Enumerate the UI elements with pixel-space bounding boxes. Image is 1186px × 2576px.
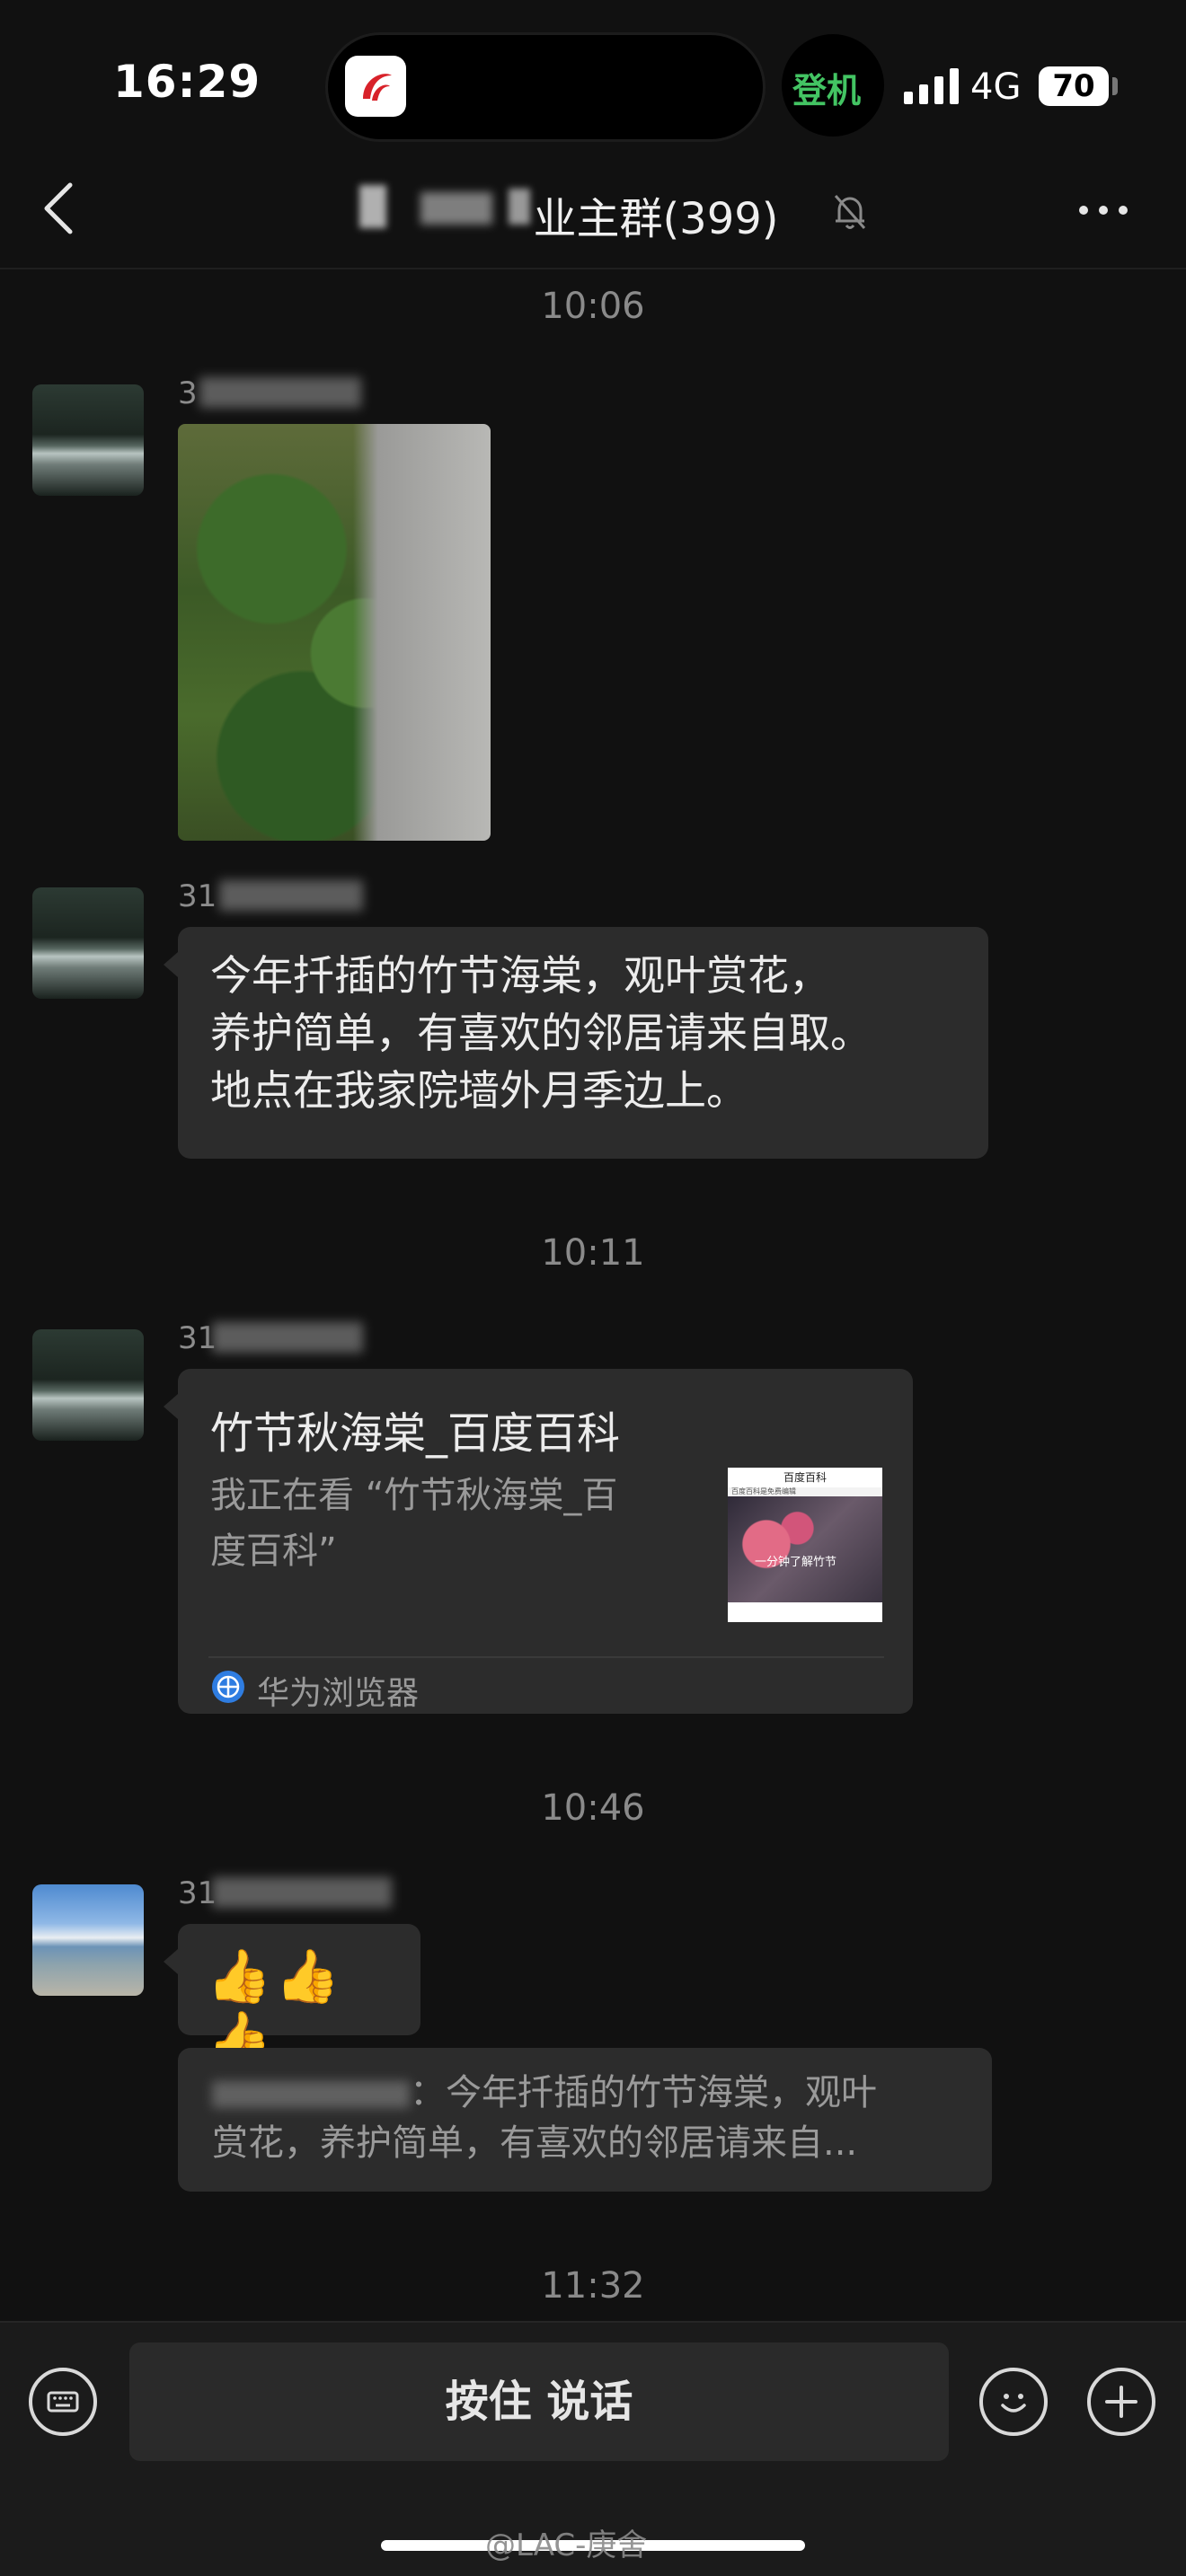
- bubble-tail: [164, 952, 178, 977]
- keyboard-icon[interactable]: [29, 2368, 97, 2436]
- chat-timestamp: 10:46: [541, 1787, 645, 1829]
- bubble-tail: [164, 1394, 178, 1419]
- sender-name: 31: [178, 1875, 217, 1911]
- link-thumbnail: 百度百科 百度百科是免费编辑 一分钟了解竹节: [728, 1468, 882, 1622]
- group-title[interactable]: 业主群(399): [0, 183, 1186, 246]
- airline-app-icon[interactable]: [345, 56, 406, 117]
- avatar[interactable]: [32, 1884, 144, 1996]
- sender-redaction: [199, 377, 361, 408]
- sender-name: 3: [178, 375, 198, 411]
- battery-tip: [1112, 77, 1118, 95]
- link-title: 竹节秋海棠_百度百科: [210, 1408, 621, 1459]
- chat-timestamp: 10:06: [541, 286, 645, 327]
- thumb-header: 百度百科: [783, 1471, 827, 1484]
- avatar[interactable]: [32, 887, 144, 999]
- avatar[interactable]: [32, 1329, 144, 1441]
- plus-circle-icon[interactable]: [1087, 2368, 1155, 2436]
- huawei-browser-icon: [212, 1671, 244, 1703]
- link-source: 华为浏览器: [257, 1675, 420, 1712]
- title-redaction: [359, 185, 386, 228]
- message-bubble[interactable]: 今年扦插的竹节海棠，观叶赏花， 养护简单，有喜欢的邻居请来自取。 地点在我家院墙…: [178, 927, 988, 1159]
- message-bubble[interactable]: 👍👍👍: [178, 1924, 420, 2069]
- hold-to-talk-button[interactable]: 按住 说话: [129, 2342, 949, 2461]
- message-line: 地点在我家院墙外月季边上。: [210, 1066, 748, 1115]
- chat-timestamp: 10:11: [541, 1232, 645, 1274]
- sender-name: 31: [178, 1320, 217, 1356]
- title-redaction: [420, 192, 492, 225]
- network-type: 4G: [970, 66, 1022, 108]
- title-redaction: [509, 189, 530, 225]
- quote-line: ：今年扦插的竹节海棠，观叶: [212, 2068, 958, 2118]
- link-description: 我正在看 “竹节秋海棠_百 度百科”: [210, 1475, 618, 1572]
- boarding-label: 登机: [792, 71, 862, 110]
- watermark: @LAC-庚舍: [485, 2527, 648, 2563]
- sender-redaction: [212, 1877, 392, 1908]
- bell-slash-icon: [834, 195, 866, 229]
- quoted-message[interactable]: ：今年扦插的竹节海棠，观叶 赏花，养护简单，有喜欢的邻居请来自...: [178, 2048, 992, 2192]
- message-line: 养护简单，有喜欢的邻居请来自取。: [210, 1009, 872, 1057]
- smiley-icon[interactable]: [979, 2368, 1048, 2436]
- avatar[interactable]: [32, 384, 144, 496]
- thumb-bar: 百度百科是免费编辑: [728, 1487, 882, 1496]
- link-divider: [208, 1656, 884, 1658]
- message-line: 今年扦插的竹节海棠，观叶赏花，: [210, 951, 830, 1000]
- nav-divider: [0, 268, 1186, 269]
- thumb-caption: 一分钟了解竹节: [755, 1556, 837, 1569]
- cellular-signal-icon: [904, 68, 959, 104]
- sender-name: 31: [178, 878, 217, 914]
- bubble-tail: [164, 1949, 178, 1974]
- battery-level: 70: [1039, 66, 1109, 106]
- sender-redaction: [212, 1322, 363, 1353]
- plant-photo[interactable]: [178, 424, 491, 841]
- chat-timestamp: 11:32: [541, 2265, 645, 2307]
- begonia-image: 一分钟了解竹节: [728, 1496, 882, 1602]
- ellipsis-icon[interactable]: [1075, 198, 1132, 223]
- status-time: 16:29: [113, 56, 261, 108]
- sender-redaction: [219, 880, 363, 911]
- quote-line: 赏花，养护简单，有喜欢的邻居请来自...: [212, 2122, 858, 2164]
